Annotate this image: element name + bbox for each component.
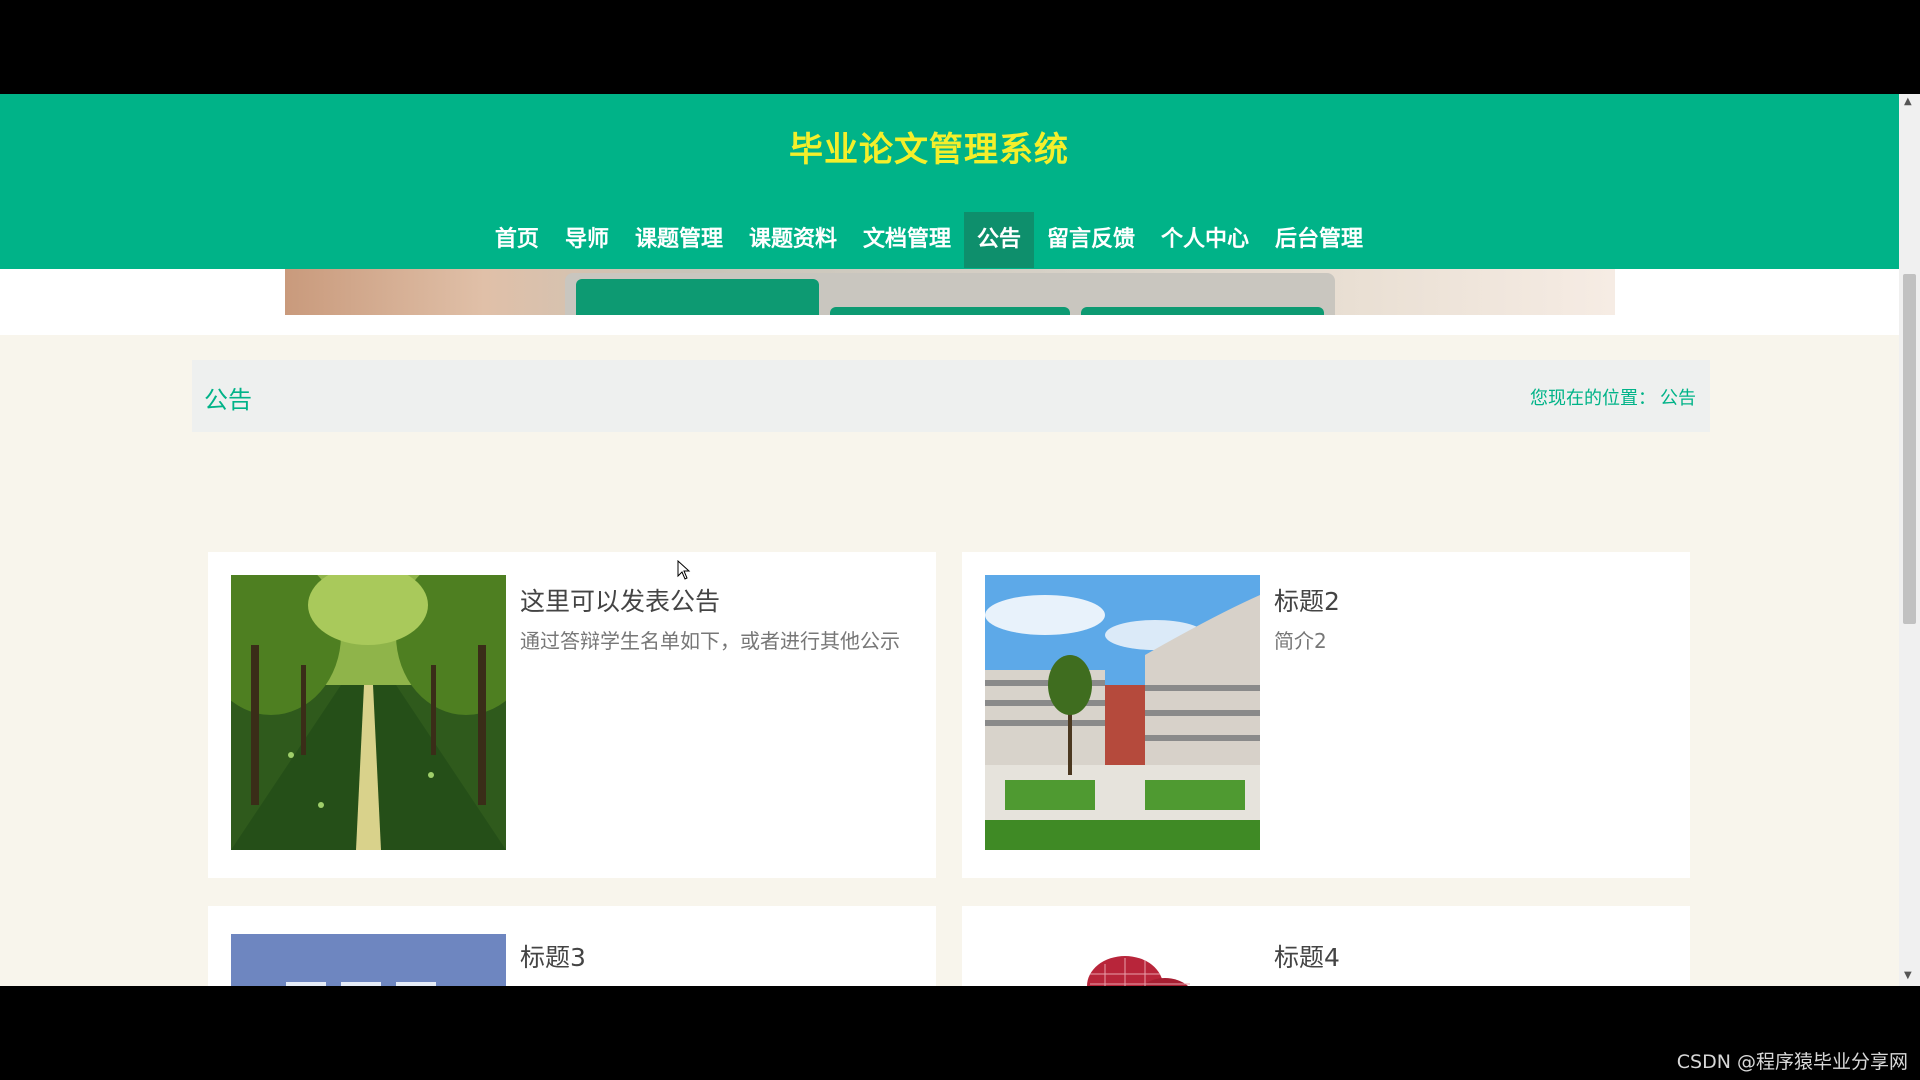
banner-image [285,269,1615,315]
announcement-card[interactable]: 标题2 简介2 [962,552,1690,878]
watermark: CSDN @程序猿毕业分享网 [1676,1051,1908,1073]
scroll-thumb[interactable] [1903,274,1916,624]
breadcrumb: 公告 您现在的位置： 公告 [192,360,1710,432]
banner-strip [0,269,1899,335]
nav-admin[interactable]: 后台管理 [1262,212,1376,268]
red-pattern-photo-icon [985,934,1260,986]
letterbox-top [0,0,1920,94]
page-title: 公告 [204,386,252,414]
card-title[interactable]: 这里可以发表公告 [520,582,720,618]
nav-advisors[interactable]: 导师 [552,212,622,268]
tree-road-photo-icon [231,575,506,850]
card-title[interactable]: 标题3 [520,938,586,974]
card-description: 简介2 [1274,629,1327,653]
blue-banner-photo-icon [231,934,506,986]
location-indicator: 您现在的位置： 公告 [1530,384,1696,410]
nav-home[interactable]: 首页 [482,212,552,268]
location-prefix: 您现在的位置： [1530,388,1656,409]
browser-viewport: 毕业论文管理系统 首页 导师 课题管理 课题资料 文档管理 公告 留言反馈 个人… [0,94,1920,986]
letterbox-bottom [0,986,1920,1080]
banner-tab [830,307,1070,315]
mouse-cursor-icon [677,560,691,580]
location-current[interactable]: 公告 [1660,384,1696,410]
banner-tab [576,279,819,315]
announcement-card[interactable]: 标题3 [208,906,936,986]
nav-personal-center[interactable]: 个人中心 [1148,212,1262,268]
announcement-card[interactable]: 这里可以发表公告 通过答辩学生名单如下，或者进行其他公示 [208,552,936,878]
site-header: 毕业论文管理系统 首页 导师 课题管理 课题资料 文档管理 公告 留言反馈 个人… [0,94,1899,269]
campus-building-photo-icon [985,575,1260,850]
card-image-blue[interactable] [231,934,506,986]
page-scrollbar[interactable]: ▲ ▼ [1899,94,1920,986]
card-title[interactable]: 标题4 [1274,938,1340,974]
card-image-road[interactable] [231,575,506,850]
nav-topic-management[interactable]: 课题管理 [622,212,736,268]
card-title[interactable]: 标题2 [1274,582,1340,618]
card-image-red[interactable] [985,934,1260,986]
banner-tab [1081,307,1324,315]
nav-feedback[interactable]: 留言反馈 [1034,212,1148,268]
nav-announcements[interactable]: 公告 [964,212,1035,268]
card-description: 通过答辩学生名单如下，或者进行其他公示 [520,629,900,653]
announcement-card[interactable]: 标题4 [962,906,1690,986]
card-image-campus[interactable] [985,575,1260,850]
site-title: 毕业论文管理系统 [789,130,1069,170]
main-nav: 首页 导师 课题管理 课题资料 文档管理 公告 留言反馈 个人中心 后台管理 [0,212,1858,268]
scroll-up-icon[interactable]: ▲ [1904,96,1912,107]
nav-document-management[interactable]: 文档管理 [850,212,964,268]
scroll-down-icon[interactable]: ▼ [1904,970,1912,981]
nav-topic-materials[interactable]: 课题资料 [736,212,850,268]
